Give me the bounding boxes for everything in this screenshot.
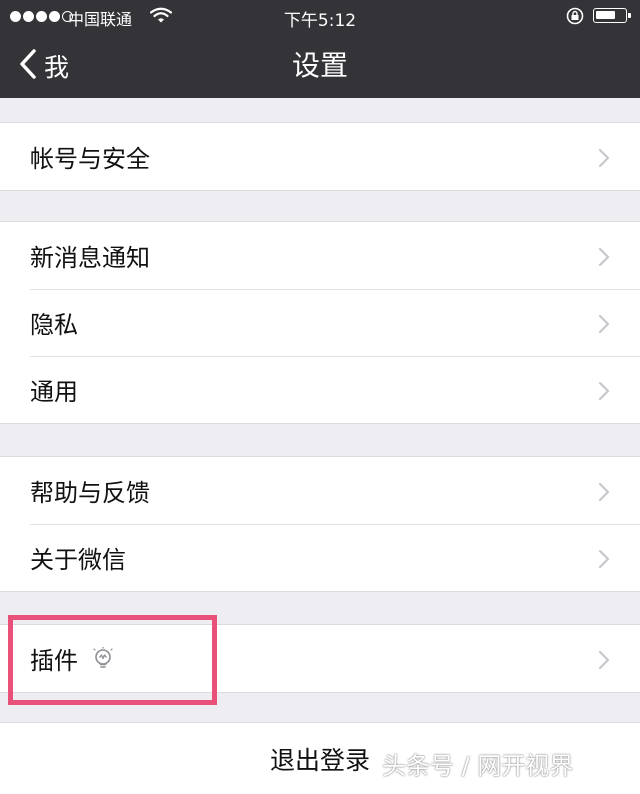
chevron-right-icon bbox=[598, 247, 610, 271]
battery-icon bbox=[593, 8, 631, 23]
setting-item-account-security[interactable]: 帐号与安全 bbox=[0, 123, 640, 190]
chevron-right-icon bbox=[598, 381, 610, 405]
logout-label: 退出登录 bbox=[269, 745, 370, 775]
settings-group-general: 新消息通知 隐私 通用 bbox=[0, 221, 640, 424]
status-bar: 中国联通 下午5:12 bbox=[0, 0, 640, 32]
setting-item-label: 关于微信 bbox=[30, 546, 126, 574]
watermark-text: 头条号 / 网开视界 bbox=[382, 752, 574, 780]
status-time: 下午5:12 bbox=[283, 11, 357, 31]
chevron-right-icon bbox=[598, 314, 610, 338]
setting-item-help-feedback[interactable]: 帮助与反馈 bbox=[0, 457, 640, 524]
chevron-right-icon bbox=[598, 482, 610, 506]
settings-group-account: 帐号与安全 bbox=[0, 122, 640, 191]
setting-item-label: 帐号与安全 bbox=[30, 145, 150, 173]
highlight-annotation-box bbox=[8, 615, 217, 705]
setting-item-label: 新消息通知 bbox=[30, 244, 150, 272]
settings-group-help: 帮助与反馈 关于微信 bbox=[0, 456, 640, 592]
setting-item-about-wechat[interactable]: 关于微信 bbox=[0, 524, 640, 591]
setting-item-label: 通用 bbox=[30, 378, 78, 406]
chevron-right-icon bbox=[598, 650, 610, 674]
chevron-right-icon bbox=[598, 148, 610, 172]
setting-item-label: 隐私 bbox=[30, 311, 78, 339]
setting-item-privacy[interactable]: 隐私 bbox=[0, 289, 640, 356]
page-title: 设置 bbox=[291, 49, 348, 82]
setting-item-label: 帮助与反馈 bbox=[30, 479, 150, 507]
rotation-lock-icon bbox=[565, 7, 585, 29]
header: 中国联通 下午5:12 我 设置 bbox=[0, 0, 640, 98]
setting-item-new-message-notification[interactable]: 新消息通知 bbox=[0, 222, 640, 289]
setting-item-general[interactable]: 通用 bbox=[0, 356, 640, 423]
chevron-right-icon bbox=[598, 549, 610, 573]
